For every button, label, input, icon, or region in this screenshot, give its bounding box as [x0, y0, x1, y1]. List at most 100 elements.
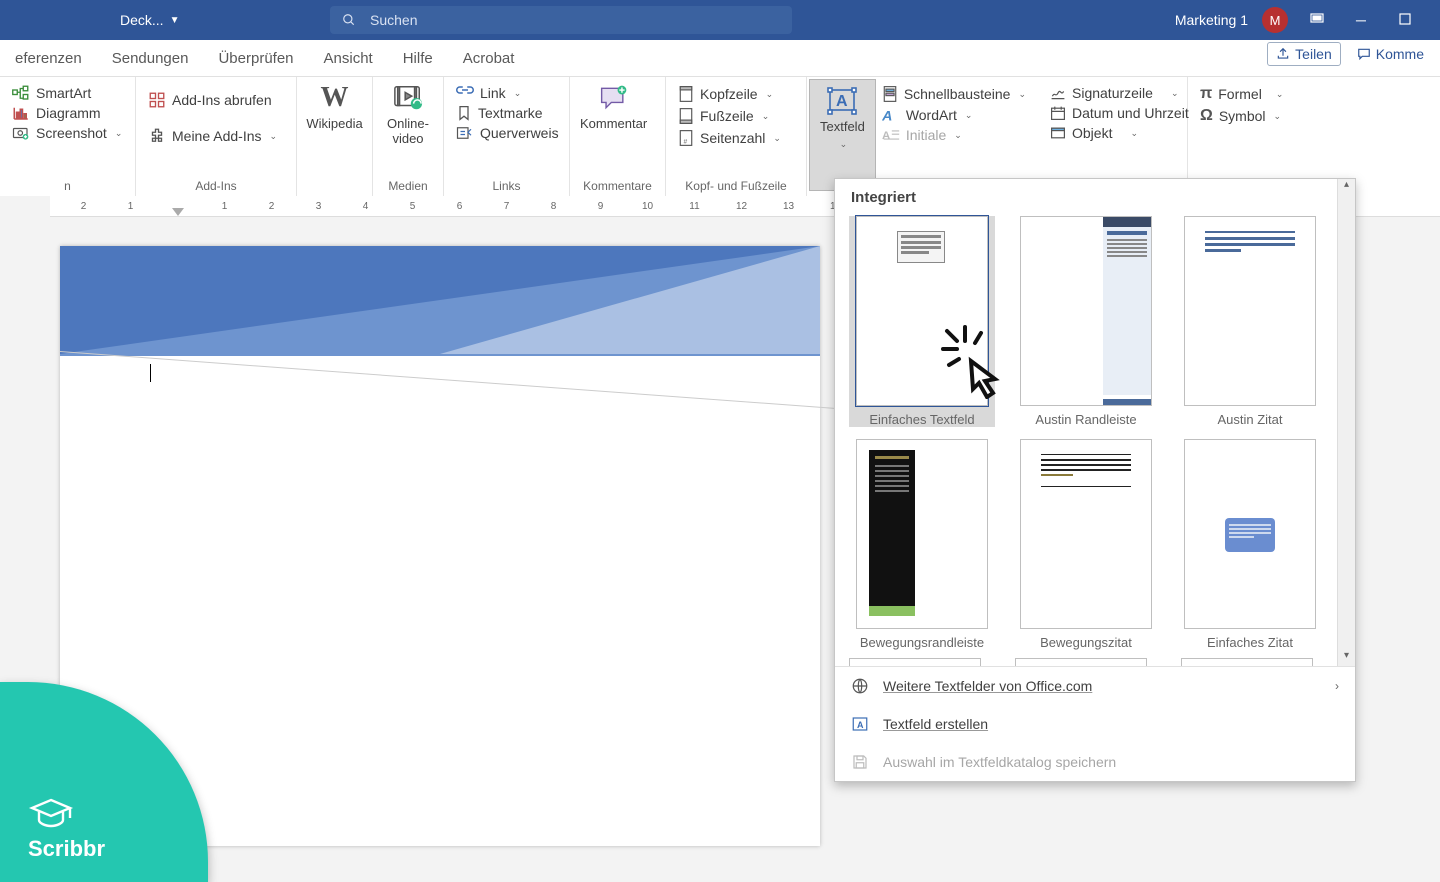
scroll-down-icon[interactable]: ▾ [1338, 650, 1355, 666]
page-number-icon: # [678, 129, 694, 147]
group-header-footer: Kopfzeile⌄ Fußzeile⌄ # Seitenzahl⌄ Kopf-… [666, 77, 807, 197]
chart-label: Diagramm [36, 105, 101, 121]
chevron-down-icon: ⌄ [766, 89, 774, 100]
textbox-icon: A [827, 87, 857, 115]
tab-references[interactable]: eferenzen [0, 40, 97, 76]
draw-textbox[interactable]: A Textfeld erstellen [835, 705, 1355, 743]
crossref-button[interactable]: Querverweis [456, 125, 559, 141]
footer-icon [678, 107, 694, 125]
textbox-button[interactable]: A Textfeld ⌄ [809, 79, 876, 191]
ruler-tick: 8 [530, 201, 577, 212]
title-bar: Deck... ▼ Suchen Marketing 1 M ─ [0, 0, 1440, 40]
indent-marker-icon[interactable] [172, 208, 184, 217]
new-comment-icon [599, 83, 629, 113]
wikipedia-icon: W [320, 83, 350, 113]
tab-acrobat[interactable]: Acrobat [448, 40, 530, 76]
online-video-label: Online-video [383, 117, 433, 147]
wikipedia-label: Wikipedia [306, 117, 362, 132]
gallery-item-motion-sidebar[interactable]: Bewegungsrandleiste [849, 439, 995, 650]
svg-text:A: A [857, 720, 864, 730]
my-addins-icon [148, 127, 166, 145]
chart-button[interactable]: Diagramm [12, 105, 122, 121]
ruler-tick: 10 [624, 201, 671, 212]
share-label: Teilen [1295, 46, 1332, 62]
gallery-item-motion-quote[interactable]: Bewegungszitat [1013, 439, 1159, 650]
chevron-down-icon: ⌄ [840, 139, 848, 149]
scribbr-label: Scribbr [28, 836, 105, 862]
addins-store-icon [148, 91, 166, 109]
comments-label: Komme [1376, 46, 1424, 62]
document-name[interactable]: Deck... ▼ [120, 12, 200, 28]
search-placeholder: Suchen [370, 12, 417, 28]
ruler-tick: 4 [342, 201, 389, 212]
user-name[interactable]: Marketing 1 [1175, 12, 1248, 28]
ruler-tick: 2 [60, 201, 107, 212]
tab-help[interactable]: Hilfe [388, 40, 448, 76]
ribbon-tabs: eferenzen Sendungen Überprüfen Ansicht H… [0, 40, 1440, 77]
page-number-button[interactable]: # Seitenzahl⌄ [678, 129, 781, 147]
online-video-button[interactable]: Online-video [373, 77, 443, 147]
get-addins-button[interactable]: Add-Ins abrufen [148, 91, 277, 109]
gallery-item-simple-textbox[interactable]: Einfaches Textfeld [849, 216, 995, 427]
gallery-item-label: Bewegungsrandleiste [860, 635, 984, 650]
search-box[interactable]: Suchen [330, 6, 792, 34]
screenshot-icon [12, 125, 30, 141]
group-label-links: Links [444, 179, 569, 197]
my-addins-button[interactable]: Meine Add-Ins⌄ [148, 127, 277, 145]
group-label-addins: Add-Ins [136, 179, 296, 197]
crossref-label: Querverweis [480, 125, 559, 141]
scroll-up-icon[interactable]: ▴ [1338, 179, 1355, 195]
wordart-button[interactable]: A WordArt⌄ [882, 107, 1026, 123]
dropcap-icon: A [882, 128, 900, 142]
gallery-item-austin-sidebar[interactable]: Austin Randleiste [1013, 216, 1159, 427]
draw-textbox-label: Textfeld erstellen [883, 716, 988, 732]
header-icon [678, 85, 694, 103]
group-media: Online-video Medien [372, 77, 444, 197]
title-bar-right: Marketing 1 M ─ [1175, 7, 1420, 33]
gallery-item-label: Einfaches Textfeld [869, 412, 974, 427]
quickparts-button[interactable]: Schnellbausteine⌄ [882, 85, 1026, 103]
ruler-tick: 12 [718, 201, 765, 212]
tab-mailings[interactable]: Sendungen [97, 40, 204, 76]
wikipedia-button[interactable]: W Wikipedia [297, 77, 372, 197]
object-button[interactable]: Objekt⌄ [1050, 125, 1189, 141]
dropcap-button[interactable]: A Initiale⌄ [882, 127, 1026, 143]
graduation-cap-icon [28, 796, 74, 830]
chevron-down-icon: ⌄ [1171, 88, 1179, 99]
gallery-item-label: Austin Zitat [1217, 412, 1282, 427]
tab-view[interactable]: Ansicht [309, 40, 388, 76]
gallery-scrollbar[interactable]: ▴ ▾ [1337, 179, 1355, 666]
my-addins-label: Meine Add-Ins [172, 128, 262, 144]
datetime-button[interactable]: Datum und Uhrzeit [1050, 105, 1189, 121]
ribbon-display-options-icon[interactable] [1302, 12, 1332, 28]
screenshot-button[interactable]: Screenshot⌄ [12, 125, 122, 141]
minimize-button[interactable]: ─ [1346, 12, 1376, 28]
user-avatar[interactable]: M [1262, 7, 1288, 33]
footer-button[interactable]: Fußzeile⌄ [678, 107, 781, 125]
ruler-tick: 9 [577, 201, 624, 212]
link-button[interactable]: Link⌄ [456, 85, 559, 101]
comments-button[interactable]: Komme [1349, 42, 1432, 66]
header-button[interactable]: Kopfzeile⌄ [678, 85, 781, 103]
equation-button[interactable]: π Formel⌄ [1200, 85, 1283, 103]
symbol-button[interactable]: Ω Symbol⌄ [1200, 107, 1283, 125]
wordart-label: WordArt [906, 107, 957, 123]
more-textboxes-online[interactable]: Weitere Textfelder von Office.com › [835, 667, 1355, 705]
chevron-down-icon: ⌄ [954, 130, 962, 141]
object-icon [1050, 125, 1066, 141]
maximize-button[interactable] [1390, 12, 1420, 28]
comment-icon [1357, 47, 1371, 61]
comment-label: Kommentar [580, 117, 647, 132]
gallery-item-simple-quote[interactable]: Einfaches Zitat [1177, 439, 1323, 650]
page-cover-graphic [60, 246, 820, 376]
tab-review[interactable]: Überprüfen [203, 40, 308, 76]
comment-button[interactable]: Kommentar [570, 77, 657, 132]
ruler-tick: 13 [765, 201, 812, 212]
gallery-grid: Einfaches Textfeld Austin Randleiste Aus… [835, 212, 1337, 658]
bookmark-button[interactable]: Textmarke [456, 105, 559, 121]
share-button[interactable]: Teilen [1267, 42, 1341, 66]
quickparts-icon [882, 85, 898, 103]
smartart-button[interactable]: SmartArt [12, 85, 122, 101]
signature-line-button[interactable]: Signaturzeile⌄ [1050, 85, 1189, 101]
gallery-item-austin-quote[interactable]: Austin Zitat [1177, 216, 1323, 427]
